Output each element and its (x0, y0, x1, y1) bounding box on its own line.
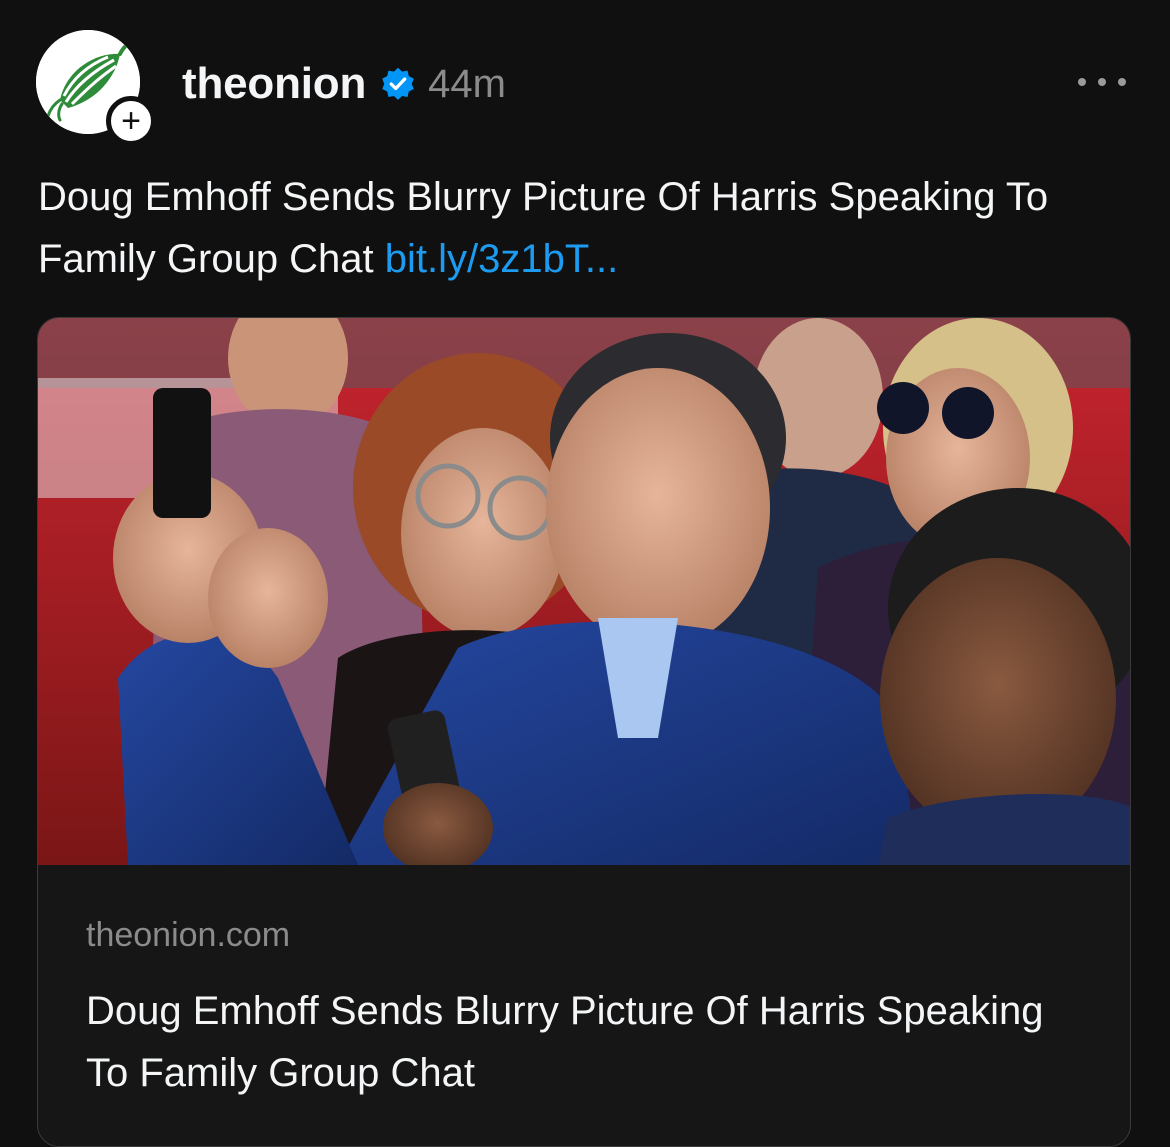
link-preview-card[interactable]: theonion.com Doug Emhoff Sends Blurry Pi… (37, 317, 1131, 1147)
verified-badge-icon (382, 67, 414, 100)
more-options-button[interactable] (1078, 66, 1126, 98)
follow-plus-button[interactable]: + (106, 96, 156, 146)
plus-icon: + (121, 102, 141, 140)
link-domain: theonion.com (86, 916, 291, 954)
thread-post: + theonion 44m Doug Emhoff Sends Blurry … (0, 0, 1170, 1147)
post-timestamp: 44m (428, 61, 506, 106)
username[interactable]: theonion (182, 59, 366, 109)
post-link[interactable]: bit.ly/3z1bT... (385, 237, 618, 281)
link-preview-meta: theonion.com Doug Emhoff Sends Blurry Pi… (86, 916, 1086, 1104)
more-dot-icon (1078, 78, 1086, 86)
post-header: theonion 44m (182, 56, 506, 112)
more-dot-icon (1118, 78, 1126, 86)
link-preview-image[interactable] (38, 318, 1130, 865)
avatar-container[interactable]: + (36, 30, 156, 146)
news-photo (38, 318, 1130, 865)
link-title[interactable]: Doug Emhoff Sends Blurry Picture Of Harr… (86, 980, 1086, 1104)
more-dot-icon (1098, 78, 1106, 86)
post-body: Doug Emhoff Sends Blurry Picture Of Harr… (38, 166, 1128, 290)
